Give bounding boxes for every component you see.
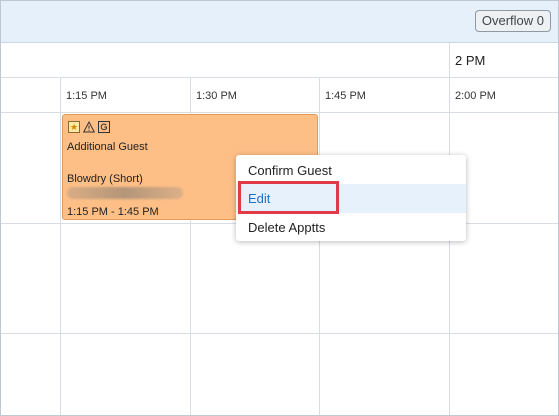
g-badge-icon	[98, 121, 110, 133]
appointment-icons: ★	[68, 121, 110, 135]
time-slot-header-row: 1:15 PM 1:30 PM 1:45 PM 2:00 PM	[1, 78, 558, 113]
appointment-time-range: 1:15 PM - 1:45 PM	[67, 206, 159, 218]
time-slot-label: 1:30 PM	[196, 90, 237, 102]
menu-item-confirm-guest[interactable]: Confirm Guest	[236, 156, 466, 185]
star-icon: ★	[68, 121, 80, 133]
warning-icon	[83, 121, 95, 133]
grid-column-line	[449, 78, 450, 415]
grid-row-line	[1, 333, 558, 334]
grid-column-line	[319, 78, 320, 415]
hour-header-row: 2 PM	[1, 43, 558, 78]
overflow-button[interactable]: Overflow 0	[474, 10, 551, 32]
time-slot-label: 1:45 PM	[325, 90, 366, 102]
hour-label: 2 PM	[455, 53, 486, 68]
menu-item-delete-appts[interactable]: Delete Apptts	[236, 213, 466, 242]
appointment-service: Blowdry (Short)	[67, 173, 143, 185]
time-slot-label: 2:00 PM	[455, 90, 496, 102]
hour-divider	[449, 43, 450, 77]
time-slot-label: 1:15 PM	[66, 90, 107, 102]
grid-column-line	[60, 78, 61, 415]
redacted-client-name	[67, 187, 183, 199]
appointment-context-menu: Confirm Guest Edit Delete Apptts	[236, 155, 466, 241]
appointment-title: Additional Guest	[67, 141, 148, 153]
scheduler-frame: Overflow 0 2 PM 1:15 PM 1:30 PM 1:45 PM …	[0, 0, 559, 416]
scheduler-toolbar: Overflow 0	[1, 1, 558, 43]
menu-item-edit[interactable]: Edit	[236, 184, 466, 213]
